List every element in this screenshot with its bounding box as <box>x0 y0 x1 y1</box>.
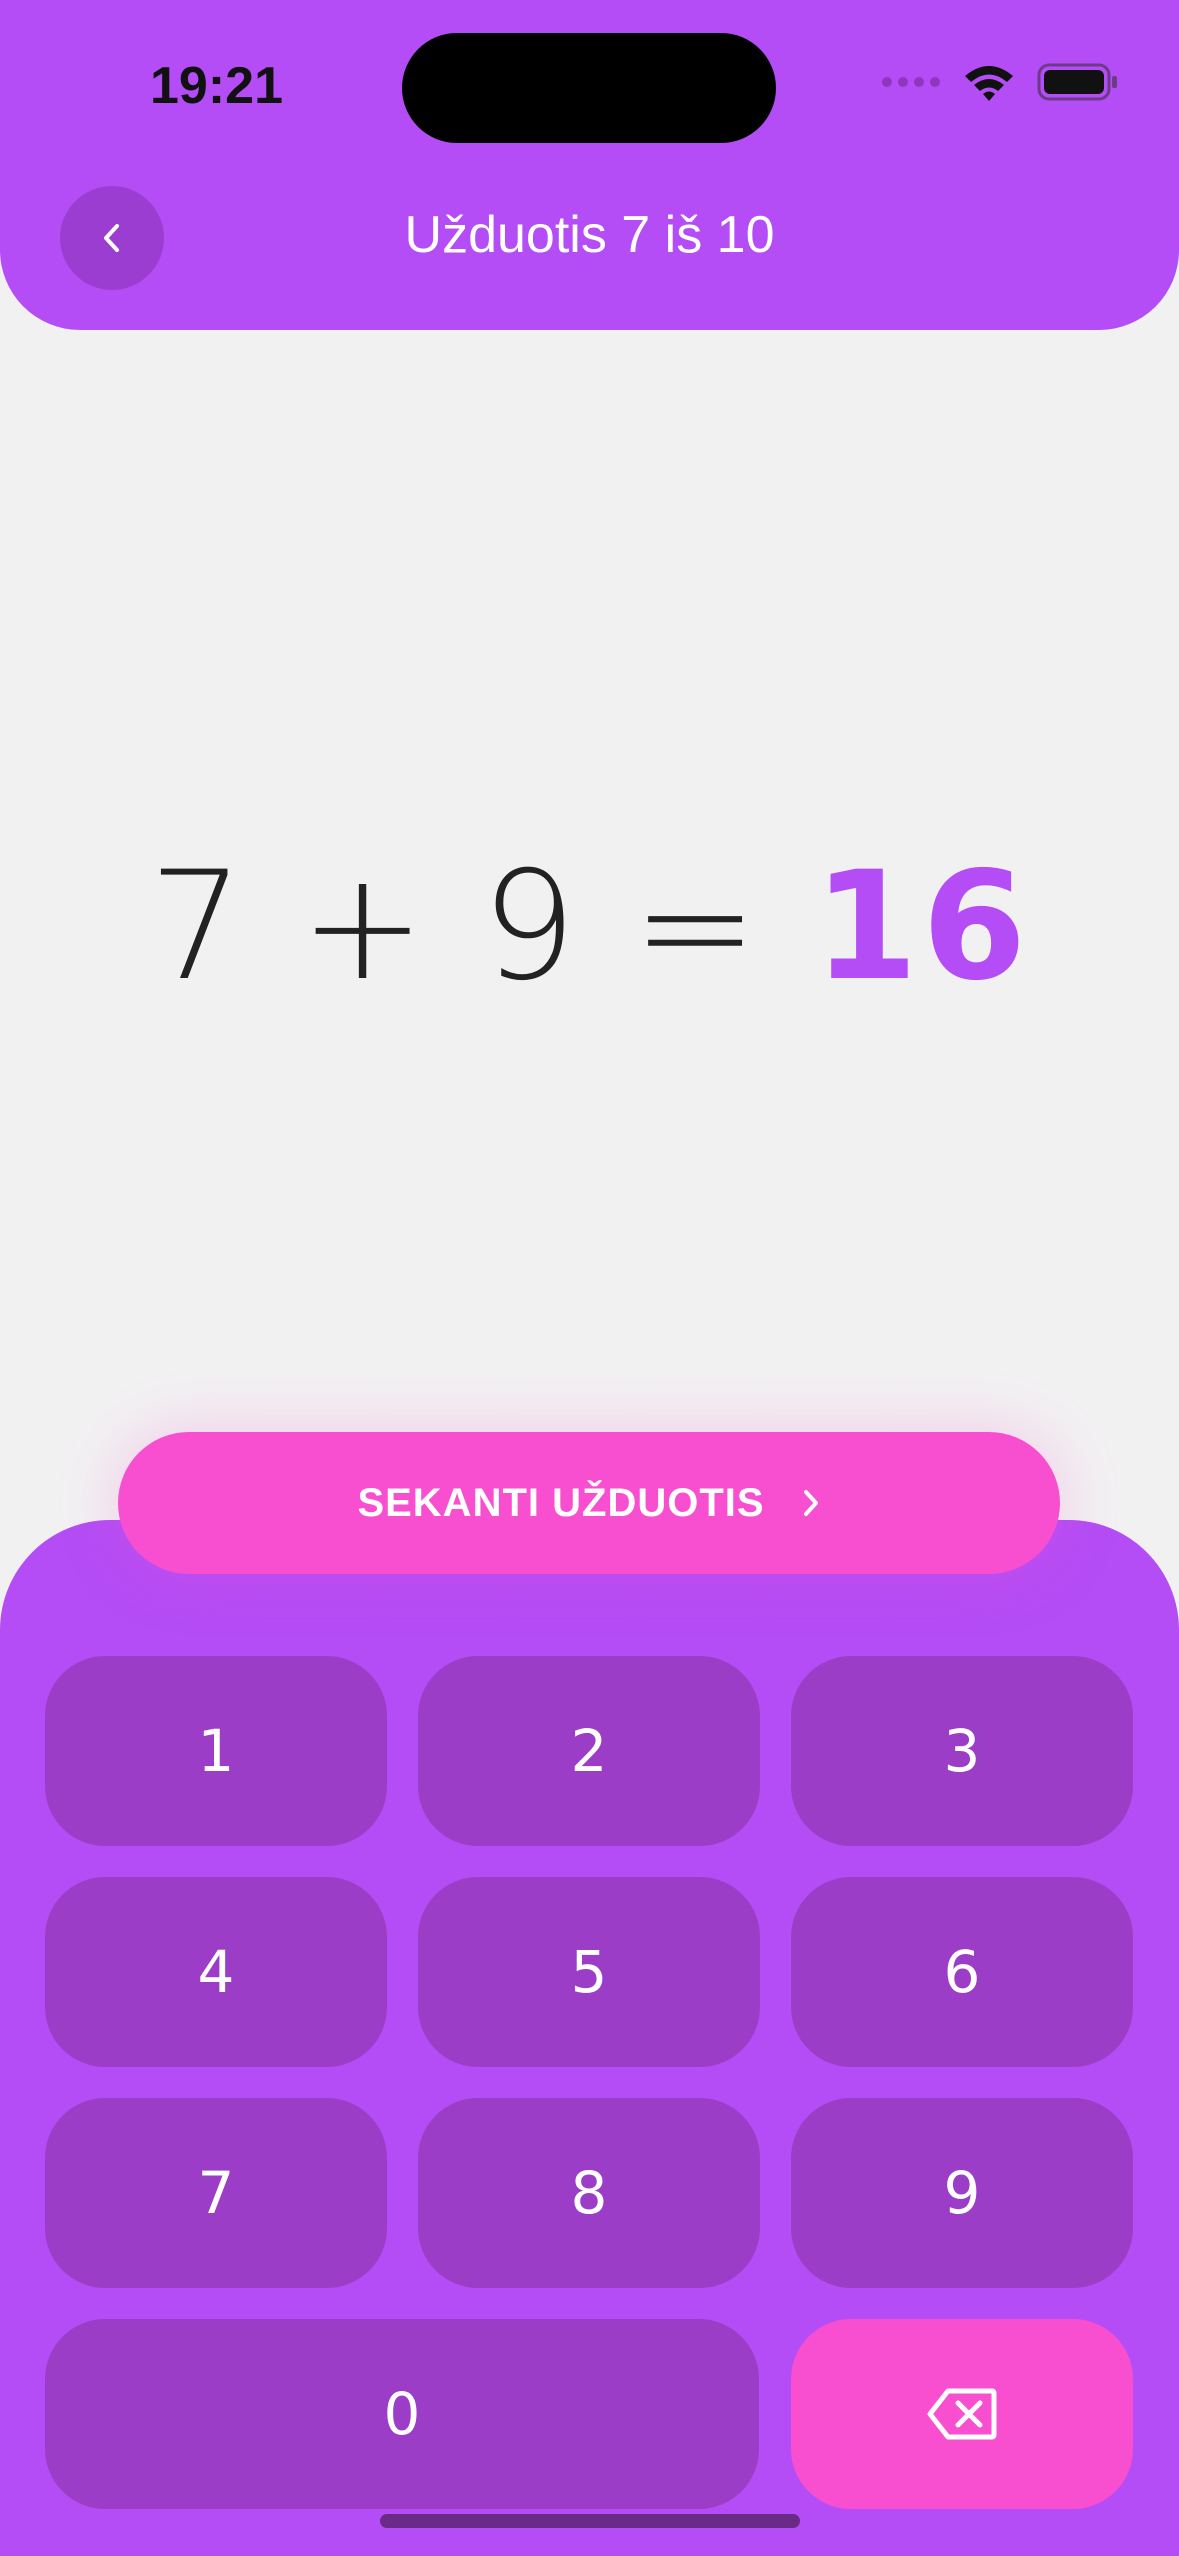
battery-icon <box>1037 63 1117 101</box>
equals-sign: = <box>632 840 762 1014</box>
signal-dots-icon <box>882 77 940 87</box>
key-5[interactable]: 5 <box>418 1877 760 2067</box>
operator: + <box>299 840 430 1014</box>
page-title: Užduotis 7 iš 10 <box>404 206 775 264</box>
dynamic-island <box>402 33 776 143</box>
backspace-button[interactable] <box>791 2319 1133 2509</box>
key-9[interactable]: 9 <box>791 2098 1133 2288</box>
next-task-button[interactable]: SEKANTI UŽDUOTIS <box>118 1432 1060 1574</box>
chevron-right-icon <box>803 1490 818 1516</box>
status-icons <box>881 62 1119 102</box>
key-0[interactable]: 0 <box>45 2319 759 2509</box>
backspace-icon <box>927 2388 997 2440</box>
key-2[interactable]: 2 <box>418 1656 760 1846</box>
equation: 7 + 9 = 16 <box>0 840 1179 1014</box>
key-1[interactable]: 1 <box>45 1656 387 1846</box>
wifi-icon <box>965 66 1013 101</box>
key-6[interactable]: 6 <box>791 1877 1133 2067</box>
operand-right: 9 <box>481 840 581 1014</box>
key-7[interactable]: 7 <box>45 2098 387 2288</box>
key-4[interactable]: 4 <box>45 1877 387 2067</box>
key-8[interactable]: 8 <box>418 2098 760 2288</box>
next-task-label: SEKANTI UŽDUOTIS <box>357 1480 765 1525</box>
key-3[interactable]: 3 <box>791 1656 1133 1846</box>
answer: 16 <box>813 840 1031 1014</box>
home-indicator <box>380 2514 800 2528</box>
status-time: 19:21 <box>150 57 283 115</box>
operand-left: 7 <box>148 840 249 1014</box>
header: 19:21 Užduotis 7 iš 10 <box>0 0 1179 330</box>
